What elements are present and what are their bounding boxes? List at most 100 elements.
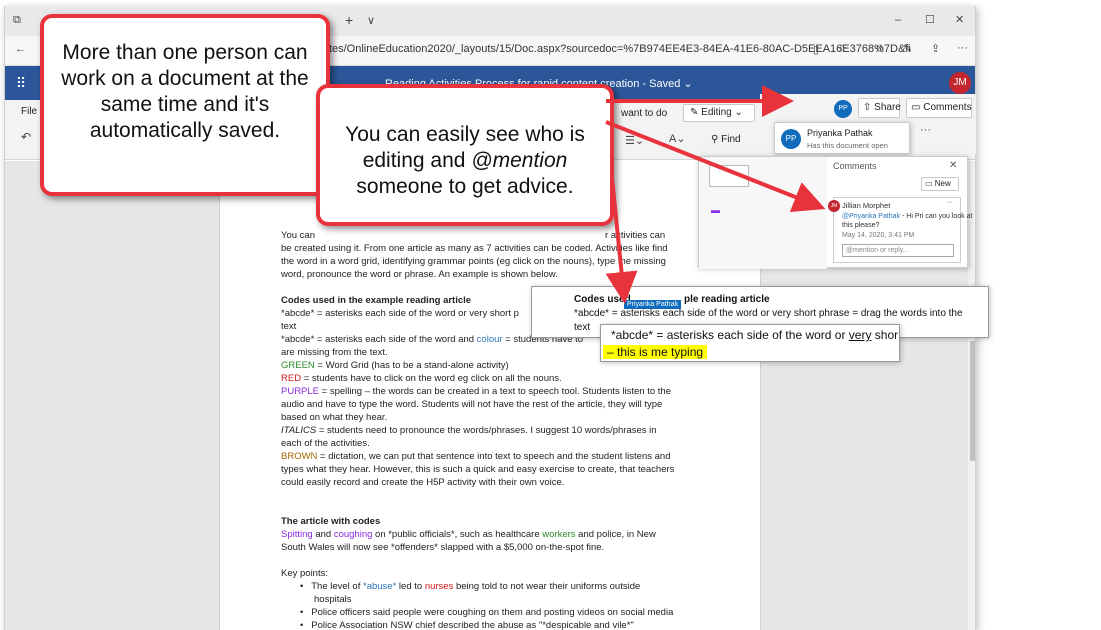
presence-status: Has this document open [807,141,888,150]
kp2-text: Police officers said people were coughin… [311,607,674,618]
share-button[interactable]: ⇧ Share [858,98,901,118]
coughing-word: coughing [333,529,373,540]
zoom-heading-a: Codes used [574,294,631,305]
comment-body-line2: this please? [842,222,880,229]
purple-label: PURPLE [281,386,320,397]
italics-label: ITALICS [281,425,317,436]
user-avatar[interactable]: JM [949,72,971,94]
reading-view-icon[interactable]: ▯ [813,43,819,56]
article-line1-end: and police, in New [575,529,656,540]
tell-me-search[interactable]: want to do [621,108,667,119]
red-desc: = students have to click on the word eg … [301,373,562,384]
comment-date: May 14, 2020, 3:41 PM [842,232,915,239]
purple-desc: = spelling – the words can be created in… [319,386,671,397]
key-point-2: • Police officers said people were cough… [300,607,674,618]
code-line1: *abcde* = asterisks each side of the wor… [281,308,519,319]
presence-card[interactable]: PP Priyanka Pathak Has this document ope… [774,122,910,154]
maximize-icon[interactable]: ☐ [925,13,935,26]
share-label: Share [874,102,901,113]
back-arrow-icon[interactable]: ← [15,43,26,55]
green-line: GREEN = Word Grid (has to be a stand-alo… [281,360,509,373]
callout-mention: You can easily see who is editing and @m… [316,84,614,226]
doc-text-segment: You can [281,230,315,241]
purple-line: PURPLE = spelling – the words can be cre… [281,386,671,399]
vertical-scrollbar[interactable] [968,161,975,630]
pen-icon[interactable]: ✎ [903,42,912,55]
favorites-bar-icon[interactable]: ✩ [875,42,884,55]
typing-line1: *abcde* = asterisks each side of the wor… [611,328,898,342]
url-field[interactable]: sites/OnlineEducation2020/_layouts/15/Do… [321,43,911,55]
comment-body-text: - Hi Pri can you look at [900,213,973,220]
more-options-icon[interactable]: ··· [920,124,931,136]
article-heading: The article with codes [281,516,381,527]
comment-more-icon[interactable]: ··· [946,199,953,206]
share-icon: ⇧ [863,102,875,113]
comments-button[interactable]: ▭ Comments [906,98,972,118]
reply-placeholder: @mention or reply... [846,247,909,254]
kp1-a: The level of [311,581,363,592]
brown-line3: could easily record and create the H5P a… [281,477,565,488]
code-line1b: text [281,321,297,332]
comment-reply-input[interactable]: @mention or reply... [842,244,954,257]
more-icon[interactable]: ··· [957,42,968,54]
workers-word: workers [542,529,576,540]
code-line2c: are missing from the text. [281,347,388,358]
zoom-line1-b: asterisks each side of the word or very … [620,308,963,319]
search-icon: ⚲ [711,134,722,145]
editing-mode-button[interactable]: ✎ Editing ⌄ [683,104,755,122]
styles-icon[interactable]: A⌄ [669,132,686,145]
typing-very: very [848,328,872,342]
scrollbar-thumb[interactable] [970,341,975,461]
italics-desc: = students need to pronounce the words/p… [316,425,657,436]
new-comment-button[interactable]: ▭ New [921,177,959,191]
new-comment-label: New [934,179,951,188]
comments-label: Comments [923,102,972,113]
chevron-down-icon: ⌄ [731,107,743,118]
tab-list-icon[interactable]: ∨ [367,14,375,27]
comments-panel: ▬ Comments ✕ ▭ New JM Jillian Morphet ··… [698,156,972,269]
tab-actions-icon[interactable]: ⧉ [13,14,21,27]
green-desc: = Word Grid (has to be a stand-alone act… [314,360,509,371]
close-icon[interactable]: ✕ [955,13,964,26]
zoom-line2: text [574,322,591,333]
app-launcher-icon[interactable]: ⠿ [11,73,31,93]
share-page-icon[interactable]: ⇪ [931,42,940,55]
comment-marker-icon[interactable]: ▬ [711,205,720,215]
typing-line2-highlight: – this is me typing [603,345,708,359]
minimize-icon[interactable]: – [895,14,901,26]
favorite-star-icon[interactable]: ☆ [837,42,847,55]
comment-icon: ▭ [911,102,924,113]
colour-word: colour [476,334,503,345]
kp3-text: Police Association NSW chief described t… [311,620,634,630]
new-tab-button[interactable]: + [345,12,353,28]
article-and: and [312,529,334,540]
doc-para-line4: word, pronounce the word or phrase. An e… [281,269,558,280]
close-comments-icon[interactable]: ✕ [949,160,957,171]
doc-para-line2: be created using it. From one article as… [281,243,668,254]
file-tab[interactable]: File [21,106,37,117]
align-icon[interactable]: ☰⌄ [625,134,644,147]
key-points-label: Key points: [281,568,328,579]
doc-para-line3: the word in a word grid, identifying gra… [281,256,666,267]
abuse-word: *abuse* [363,581,397,592]
comment-mention[interactable]: @Priyanka Pathak [842,213,900,220]
undo-icon[interactable]: ↶ [21,130,31,144]
zoom-line1: *abcde* = asterisks each side of the wor… [574,308,963,319]
comment-card[interactable]: JM Jillian Morphet ··· @Priyanka Pathak … [828,197,972,263]
presence-card-avatar: PP [781,129,801,149]
comment-author: Jillian Morphet [842,201,891,210]
find-button[interactable]: ⚲ Find [711,134,741,145]
editing-mode-label: Editing [701,107,732,118]
typing-line1-a: *abcde* = asterisks each side of the wor… [611,328,849,342]
brown-desc: = dictation, we can put that sentence in… [317,451,671,462]
italics-line: ITALICS = students need to pronounce the… [281,425,657,438]
presence-avatar[interactable]: PP [834,100,852,118]
brown-line2: types what they hear. However, this is s… [281,464,675,475]
typing-panel: *abcde* = asterisks each side of the wor… [600,324,900,362]
find-label: Find [721,134,741,145]
codes-heading: Codes used in the example reading articl… [281,295,472,306]
spitting-word: Spitting [281,529,313,540]
pencil-icon: ✎ [690,107,702,118]
nurses-word: nurses [424,581,454,592]
callout-coauthoring: More than one person can work on a docum… [40,14,330,196]
